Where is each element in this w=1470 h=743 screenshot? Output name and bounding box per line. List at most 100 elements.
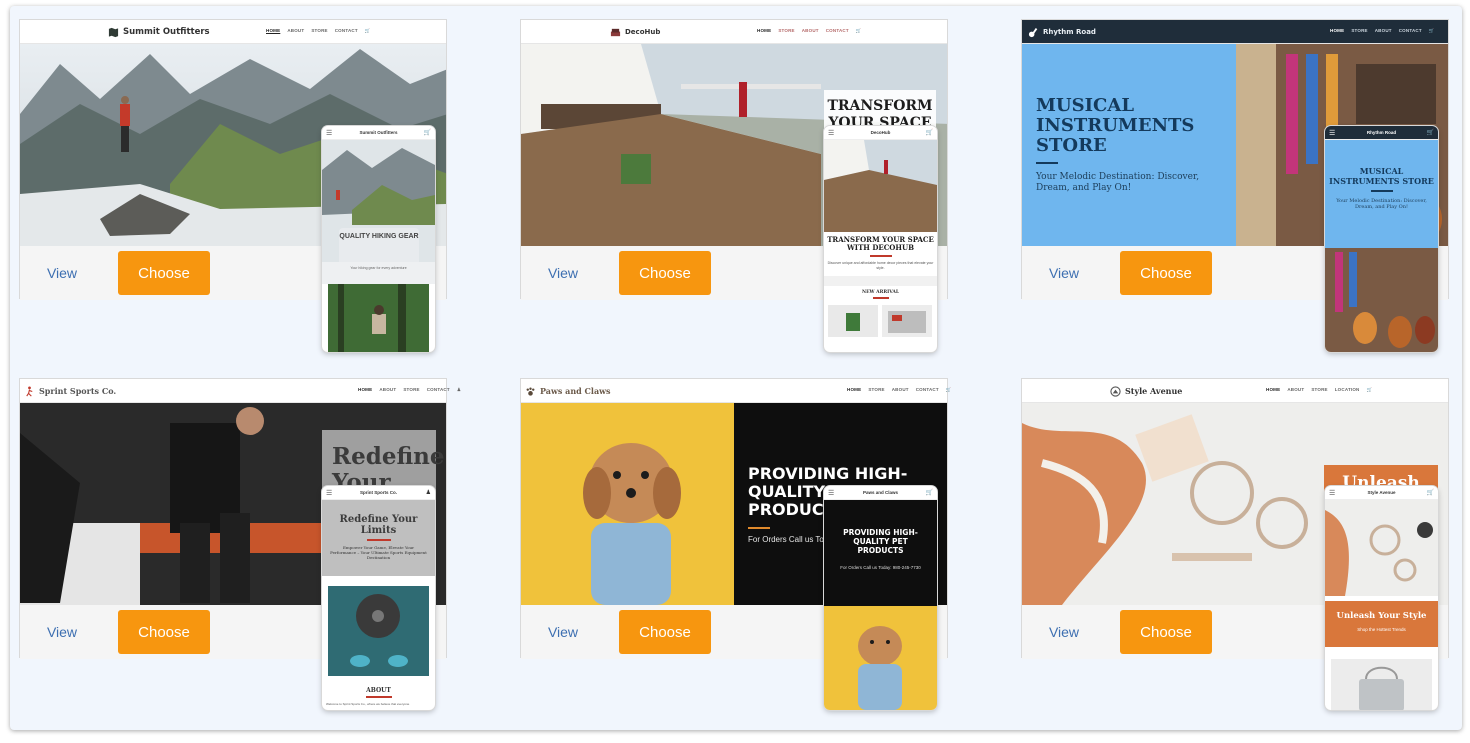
choose-button[interactable]: Choose xyxy=(1120,251,1212,295)
dog-image xyxy=(824,606,937,710)
mobile-hero xyxy=(824,140,937,232)
choose-button[interactable]: Choose xyxy=(118,610,210,654)
mobile-brand: Rhythm Road xyxy=(1366,130,1397,135)
view-button[interactable]: View xyxy=(539,260,587,286)
accent-line xyxy=(1036,162,1058,164)
mobile-hero: PROVIDING HIGH-QUALITY PET PRODUCTS For … xyxy=(824,500,937,606)
mobile-hero-title: Unleash Your Style xyxy=(1336,611,1427,621)
forest-image xyxy=(328,284,429,352)
desktop-navbar: Paws and Claws HOME STORE ABOUT CONTACT … xyxy=(521,379,951,403)
accent-line xyxy=(748,527,770,529)
nav-links: HOME ABOUT STORE CONTACT ♟ xyxy=(358,387,461,393)
nav-about: ABOUT xyxy=(287,28,305,33)
nav-contact: CONTACT xyxy=(1398,28,1422,33)
nav-store: STORE xyxy=(868,387,885,392)
mobile-hero: MUSICAL INSTRUMENTS STORE Your Melodic D… xyxy=(1325,140,1438,248)
nav-location: LOCATION xyxy=(1334,387,1360,392)
cart-icon: 🛒 xyxy=(925,130,933,136)
divider-band xyxy=(824,276,937,286)
nav-links: HOME ABOUT STORE LOCATION 🛒 xyxy=(1266,387,1372,393)
mobile-brand: Paws and Claws xyxy=(862,490,898,495)
nav-home: HOME xyxy=(847,387,862,392)
mobile-hero-title: PROVIDING HIGH-QUALITY PET PRODUCTS xyxy=(843,528,918,555)
cart-icon: 🛒 xyxy=(423,130,431,136)
interior-scene xyxy=(824,140,937,232)
mobile-navbar: ☰ Paws and Claws 🛒 xyxy=(824,486,937,500)
mobile-navbar: ☰ Sprint Sports Co. ♟ xyxy=(322,486,435,500)
view-button[interactable]: View xyxy=(38,260,86,286)
product-grid xyxy=(824,299,937,337)
nav-store: STORE xyxy=(778,28,795,33)
choose-button[interactable]: Choose xyxy=(619,610,711,654)
mobile-preview-rhythm-road: ☰ Rhythm Road 🛒 MUSICAL INSTRUMENTS STOR… xyxy=(1325,126,1438,352)
cart-icon: 🛒 xyxy=(364,28,371,33)
paw-icon xyxy=(526,387,535,396)
runner-icon xyxy=(26,385,33,396)
brand-name: Summit Outfitters xyxy=(123,27,210,37)
nav-home: HOME xyxy=(757,28,772,33)
view-button[interactable]: View xyxy=(1040,260,1088,286)
mobile-hero-title: MUSICAL INSTRUMENTS STORE xyxy=(1329,166,1434,186)
accent-line xyxy=(1370,190,1393,192)
product-thumb[interactable] xyxy=(882,305,932,337)
view-button[interactable]: View xyxy=(1040,619,1088,645)
nav-contact: CONTACT xyxy=(426,387,450,392)
nav-contact: CONTACT xyxy=(334,28,358,33)
mobile-hero-title: TRANSFORM YOUR SPACE WITH DECOHUB xyxy=(827,235,934,252)
shelf-image xyxy=(888,311,926,333)
cart-icon: 🛒 xyxy=(1426,490,1434,496)
mobile-hero-title: QUALITY HIKING GEAR xyxy=(339,233,419,240)
view-button[interactable]: View xyxy=(539,619,587,645)
cart-icon: 🛒 xyxy=(925,490,933,496)
choose-button[interactable]: Choose xyxy=(118,251,210,295)
nav-links: HOME STORE ABOUT CONTACT 🛒 xyxy=(757,28,862,34)
desktop-navbar: DecoHub HOME STORE ABOUT CONTACT 🛒 xyxy=(521,20,947,44)
brand: Summit Outfitters xyxy=(108,26,210,38)
accessories-image xyxy=(1325,500,1438,596)
accent-line xyxy=(365,696,392,698)
nav-links: HOME STORE ABOUT CONTACT 🛒 xyxy=(1330,28,1435,34)
cart-icon: 🛒 xyxy=(855,28,862,33)
mobile-hero-text: TRANSFORM YOUR SPACE WITH DECOHUB Discov… xyxy=(824,232,937,270)
nav-about: ABOUT xyxy=(1374,28,1392,33)
choose-button[interactable]: Choose xyxy=(619,251,711,295)
mobile-navbar: ☰ Style Avenue 🛒 xyxy=(1325,486,1438,500)
brand: Style Avenue xyxy=(1110,385,1182,397)
brand-name: Style Avenue xyxy=(1125,386,1183,396)
view-button[interactable]: View xyxy=(38,619,86,645)
dog-image xyxy=(521,403,734,605)
hero-title: MUSICAL INSTRUMENTS STORE xyxy=(1036,95,1195,156)
handbag-image xyxy=(1331,659,1432,710)
nav-links: HOME ABOUT STORE CONTACT 🛒 xyxy=(266,28,371,34)
mobile-hero-sub: Discover unique and affordable home deco… xyxy=(827,261,934,270)
user-icon: ♟ xyxy=(425,490,431,496)
mobile-forest-image xyxy=(322,284,435,352)
mobile-hero-sub: Empower Your Game, Elevate Your Performa… xyxy=(330,545,427,560)
product-thumb[interactable] xyxy=(828,305,878,337)
map-icon xyxy=(108,27,119,37)
mobile-navbar: ☰ Rhythm Road 🛒 xyxy=(1325,126,1438,140)
nav-home: HOME xyxy=(1266,387,1281,392)
choose-button[interactable]: Choose xyxy=(1120,610,1212,654)
hero-text-panel: MUSICAL INSTRUMENTS STORE Your Melodic D… xyxy=(1022,44,1236,246)
brand: Sprint Sports Co. xyxy=(24,385,116,397)
nav-store: STORE xyxy=(403,387,420,392)
nav-home: HOME xyxy=(358,387,373,392)
mobile-hero-sub: Shop the Hottest Trends xyxy=(1357,627,1406,632)
nav-contact: CONTACT xyxy=(825,28,849,33)
cart-icon: 🛒 xyxy=(1366,387,1373,392)
brand: Rhythm Road xyxy=(1028,26,1096,38)
mobile-brand: Sprint Sports Co. xyxy=(360,490,397,495)
mobile-subtitle-band: Your hiking gear for every adventure xyxy=(322,262,435,284)
brand-name: Sprint Sports Co. xyxy=(39,386,117,396)
hero-sub: Your Melodic Destination: Discover, Drea… xyxy=(1036,172,1200,193)
mobile-bag-image xyxy=(1325,659,1438,710)
hanger-icon xyxy=(1110,385,1121,397)
user-icon: ♟ xyxy=(456,387,462,392)
nav-about: ABOUT xyxy=(801,28,819,33)
guitar-shop-image xyxy=(1325,248,1438,352)
mobile-preview-style-avenue: ☰ Style Avenue 🛒 Unleash Your Style Shop… xyxy=(1325,486,1438,710)
desktop-navbar: Sprint Sports Co. HOME ABOUT STORE CONTA… xyxy=(20,379,461,403)
desktop-navbar: Style Avenue HOME ABOUT STORE LOCATION 🛒 xyxy=(1022,379,1448,403)
brand: Paws and Claws xyxy=(525,385,611,397)
